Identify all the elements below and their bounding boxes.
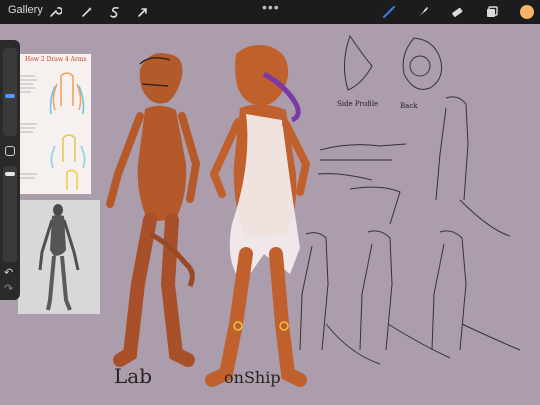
brush-icon[interactable] — [380, 3, 398, 21]
smudge-icon[interactable] — [414, 3, 432, 21]
character-onship — [205, 45, 311, 387]
layers-icon[interactable] — [483, 3, 501, 21]
drawing-canvas[interactable]: How 2 Draw 4 Arms Lab onShip Side Profil… — [0, 24, 540, 405]
wrench-icon[interactable] — [46, 3, 64, 21]
brush-size-knob[interactable] — [5, 94, 15, 98]
opacity-knob[interactable] — [5, 172, 15, 176]
opacity-slider[interactable] — [3, 166, 17, 262]
redo-icon[interactable]: ↶ — [4, 282, 13, 295]
gallery-button[interactable]: Gallery — [8, 4, 43, 16]
label-side-profile: Side Profile — [337, 100, 379, 108]
character-lab — [106, 53, 201, 367]
brush-size-slider[interactable] — [3, 48, 17, 136]
more-options-icon[interactable]: ••• — [262, 0, 280, 15]
move-arrow-icon[interactable] — [134, 3, 152, 21]
label-onship: onShip — [224, 368, 281, 387]
modify-button[interactable] — [5, 146, 15, 156]
sketches — [299, 34, 521, 365]
label-back: Back — [400, 102, 418, 110]
artwork-layer — [106, 34, 521, 387]
label-lab: Lab — [114, 364, 153, 388]
color-swatch[interactable] — [518, 3, 536, 21]
eraser-icon[interactable] — [448, 3, 466, 21]
undo-icon[interactable]: ↶ — [4, 266, 13, 279]
selection-icon[interactable] — [106, 3, 124, 21]
top-toolbar: Gallery ••• — [0, 0, 540, 24]
brush-sidebar: ↶ ↶ — [0, 40, 20, 300]
magic-wand-icon[interactable] — [78, 3, 96, 21]
